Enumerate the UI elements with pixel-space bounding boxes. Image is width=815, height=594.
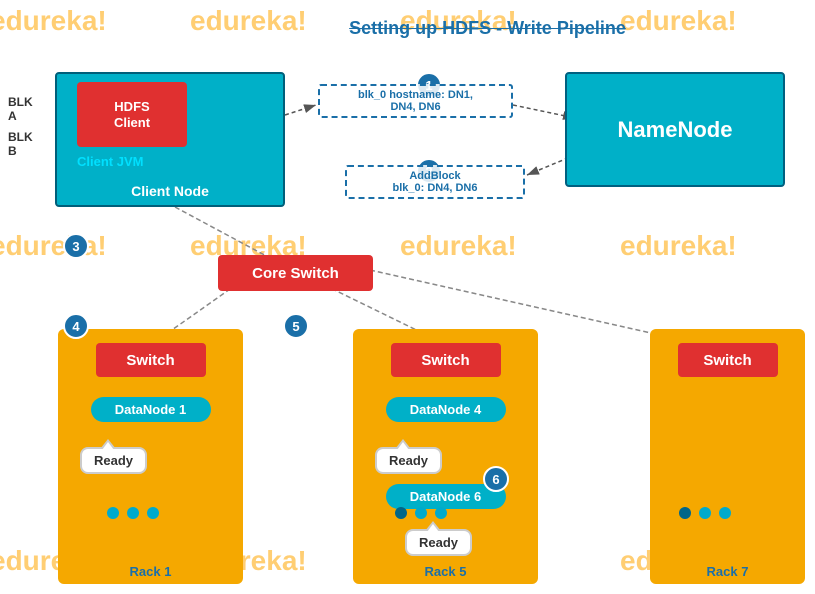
step-5-bubble: 5 — [283, 313, 309, 339]
namenode-box: NameNode — [565, 72, 785, 187]
msg-box-1: blk_0 hostname: DN1,DN4, DN6 — [318, 84, 513, 118]
rack-5-box: Switch DataNode 4 Ready DataNode 6 Ready… — [353, 329, 538, 584]
blk-b-label: BLKB — [8, 130, 33, 158]
rack-7-dot-1 — [679, 507, 691, 519]
client-jvm-label: Client JVM — [77, 154, 143, 169]
client-node-label: Client Node — [57, 183, 283, 199]
rack-5-switch: Switch — [391, 343, 501, 377]
step-4-bubble: 4 — [63, 313, 89, 339]
rack-1-box: Switch DataNode 1 Ready Rack 1 — [58, 329, 243, 584]
hdfs-client-box: HDFSClient — [77, 82, 187, 147]
watermark-7: edureka! — [400, 230, 517, 262]
rack-5-ready-bubble: Ready — [375, 447, 442, 474]
rack-7-dot-2 — [699, 507, 711, 519]
rack-5-dots — [395, 507, 447, 519]
rack-5-dot-2 — [415, 507, 427, 519]
rack-5-label: Rack 5 — [353, 564, 538, 579]
watermark-1: edureka! — [0, 5, 107, 37]
page-title: Setting up HDFS - Write Pipeline — [160, 18, 815, 39]
rack-7-label: Rack 7 — [650, 564, 805, 579]
rack-1-dots — [107, 507, 159, 519]
rack-1-dot-1 — [107, 507, 119, 519]
rack-5-dot-1 — [395, 507, 407, 519]
hdfs-client-label: HDFSClient — [114, 99, 150, 130]
client-node-box: HDFSClient Client JVM Client Node — [55, 72, 285, 207]
rack-5-datanode-4: DataNode 4 — [386, 397, 506, 422]
rack-1-ready-bubble: Ready — [80, 447, 147, 474]
rack-5-ready-bubble-2: Ready — [405, 529, 472, 556]
step-3-bubble: 3 — [63, 233, 89, 259]
msg-box-2: AddBlockblk_0: DN4, DN6 — [345, 165, 525, 199]
namenode-label: NameNode — [618, 117, 733, 143]
rack-7-dots — [679, 507, 731, 519]
rack-7-box: Switch Rack 7 — [650, 329, 805, 584]
rack-5-dot-3 — [435, 507, 447, 519]
rack-1-dot-2 — [127, 507, 139, 519]
rack-1-dot-3 — [147, 507, 159, 519]
rack-1-switch: Switch — [96, 343, 206, 377]
rack-1-datanode-1: DataNode 1 — [91, 397, 211, 422]
step-6-bubble: 6 — [483, 466, 509, 492]
core-switch-label: Core Switch — [252, 265, 339, 282]
watermark-8: edureka! — [620, 230, 737, 262]
blk-a-label: BLKA — [8, 95, 33, 123]
watermark-5: edureka! — [0, 230, 107, 262]
core-switch: Core Switch — [218, 255, 373, 291]
rack-7-switch: Switch — [678, 343, 778, 377]
rack-7-dot-3 — [719, 507, 731, 519]
rack-1-label: Rack 1 — [58, 564, 243, 579]
